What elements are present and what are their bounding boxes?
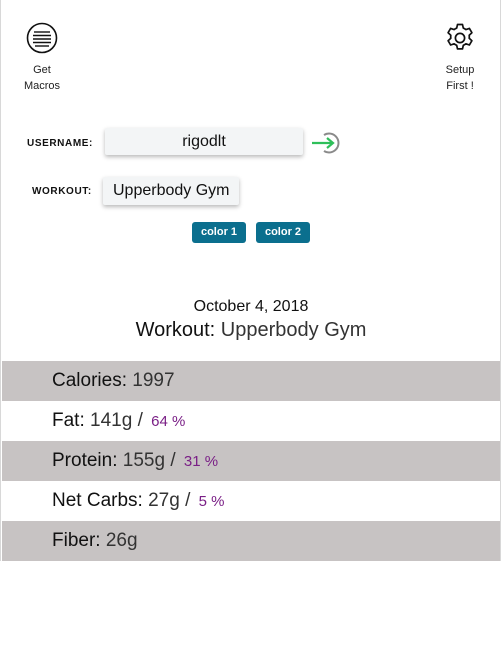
calories-value: 1997 [132,370,175,391]
setup-button[interactable]: Setup First ! [438,22,482,94]
net-carbs-percent: 5 % [198,493,225,510]
color-2-button[interactable]: color 2 [256,222,310,243]
protein-percent: 31 % [183,453,219,470]
calories-label: Calories: [52,370,127,391]
color-1-button[interactable]: color 1 [192,222,246,243]
setup-label-line1: Setup [445,64,475,76]
fiber-value: 26g [105,530,138,551]
workout-input[interactable]: Upperbody Gym [103,177,239,205]
macro-row-fiber: Fiber: 26g [2,521,500,561]
workout-summary-value: Upperbody Gym [220,319,367,341]
menu-icon [26,22,58,54]
username-label: USERNAME: [27,138,93,149]
protein-label: Protein: [52,450,118,471]
get-macros-label-line2: Macros [23,80,61,92]
macro-row-net-carbs: Net Carbs: 27g / 5 % [52,490,225,511]
get-macros-button[interactable]: Get Macros [22,22,62,94]
net-carbs-label: Net Carbs: [52,490,143,511]
fiber-label: Fiber: [52,530,101,551]
date-text: October 4, 2018 [193,298,309,315]
get-macros-label-line1: Get [33,64,51,76]
workout-summary: Workout: Upperbody Gym [135,319,367,341]
setup-label-line2: First ! [446,80,474,92]
fat-percent: 64 % [151,413,186,430]
macros-table: Calories: 1997 Fat: 141g / 64 % Protein:… [2,361,500,561]
workout-summary-label: Workout [135,319,210,341]
login-icon[interactable] [311,130,343,156]
macro-row-calories: Calories: 1997 [2,361,500,401]
macro-row-fat: Fat: 141g / 64 % [52,410,186,431]
macro-row-protein: Protein: 155g / 31 % [2,441,500,481]
fat-value: 141g [90,410,133,431]
gear-icon [447,23,473,50]
protein-value: 155g [122,450,166,471]
username-input[interactable]: rigodlt [105,128,303,155]
fat-label: Fat: [52,410,85,431]
workout-label: WORKOUT: [32,186,92,197]
net-carbs-value: 27g [148,490,180,511]
